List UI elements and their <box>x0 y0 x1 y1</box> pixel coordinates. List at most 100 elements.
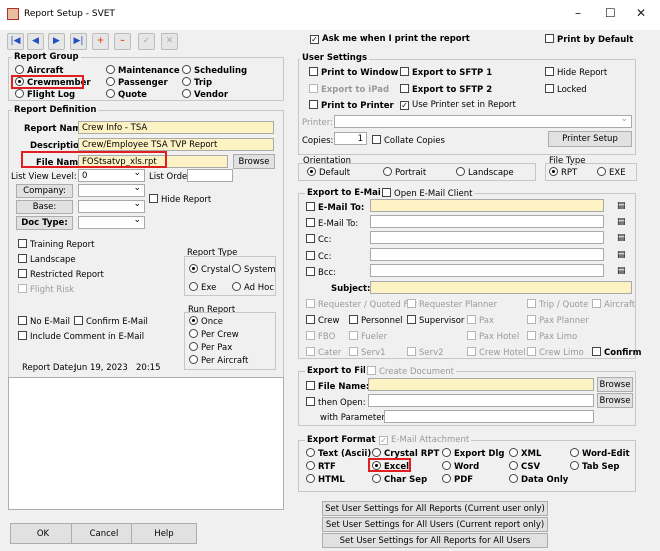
recip-pax-check[interactable]: Pax <box>467 315 494 326</box>
radio-vendor[interactable]: Vendor <box>182 89 228 100</box>
recip-fueler-check[interactable]: Fueler <box>349 331 387 342</box>
base-button[interactable]: Base: <box>16 200 73 214</box>
radio-portrait[interactable]: Portrait <box>383 167 426 178</box>
close-button[interactable]: ✕ <box>636 6 646 20</box>
recip-requester-planner-check[interactable]: Requester Planner <box>407 299 497 310</box>
use-printer-check[interactable]: ✓ Use Printer set in Report <box>400 100 516 110</box>
radio-per-crew[interactable]: Per Crew <box>189 329 239 340</box>
radio-xml[interactable]: XML <box>509 448 541 459</box>
recip-pax-hotel-check[interactable]: Pax Hotel <box>467 331 519 342</box>
radio-per-aircraft[interactable]: Per Aircraft <box>189 355 248 366</box>
printer-setup-button[interactable]: Printer Setup <box>548 131 632 147</box>
recip-confirm-check[interactable]: Confirm <box>592 347 641 358</box>
export-sftp2-check[interactable]: Export to SFTP 2 <box>400 84 492 95</box>
address-book-icon[interactable]: ▤ <box>617 217 627 227</box>
create-document-check[interactable]: Create Document <box>365 366 456 377</box>
then-open-input[interactable] <box>368 394 594 407</box>
radio-pdf[interactable]: PDF <box>442 474 473 485</box>
set-all-reports-all-users-button[interactable]: Set User Settings for All Reports for Al… <box>322 533 548 548</box>
ok-button[interactable]: OK <box>10 523 76 544</box>
subject-input[interactable] <box>370 281 632 294</box>
copies-input[interactable]: 1 <box>334 132 367 145</box>
recip-crew-hotel-check[interactable]: Crew Hotel <box>467 347 526 358</box>
radio-adhoc[interactable]: Ad Hoc <box>232 282 274 293</box>
maximize-button[interactable]: ☐ <box>605 6 616 20</box>
email-to-check[interactable]: E-Mail To: <box>306 218 358 229</box>
radio-word-edit[interactable]: Word-Edit <box>570 448 630 459</box>
radio-exe[interactable]: Exe <box>189 282 216 293</box>
company-button[interactable]: Company: <box>16 184 73 198</box>
printer-select[interactable] <box>334 114 632 128</box>
cc-input[interactable] <box>370 231 604 244</box>
radio-once[interactable]: Once <box>189 316 223 327</box>
print-default-check[interactable]: Print by Default <box>545 34 633 45</box>
address-book-icon[interactable]: ▤ <box>617 250 627 260</box>
radio-rpt[interactable]: RPT <box>549 167 577 178</box>
recip-pax-planner-check[interactable]: Pax Planner <box>527 315 589 326</box>
radio-tab-sep[interactable]: Tab Sep <box>570 461 619 472</box>
recip-fbo-check[interactable]: FBO <box>306 331 335 342</box>
recip-personnel-check[interactable]: Personnel <box>349 315 403 326</box>
set-all-users-current-report-button[interactable]: Set User Settings for All Users (Current… <box>322 517 548 532</box>
radio-rtf[interactable]: RTF <box>306 461 336 472</box>
include-comment-check[interactable]: Include Comment in E-Mail <box>18 331 144 342</box>
help-button[interactable]: Help <box>131 523 197 544</box>
address-book-icon[interactable]: ▤ <box>617 266 627 276</box>
doc-type-button[interactable]: Doc Type: <box>16 216 73 230</box>
training-report-check[interactable]: Training Report <box>18 239 94 250</box>
recip-cater-check[interactable]: Cater <box>306 347 341 358</box>
address-book-icon[interactable]: ▤ <box>617 201 627 211</box>
recip-crew-limo-check[interactable]: Crew Limo <box>527 347 584 358</box>
ask-print-check[interactable]: ✓ Ask me when I print the report <box>310 34 470 44</box>
print-printer-check[interactable]: Print to Printer <box>309 100 394 111</box>
radio-word[interactable]: Word <box>442 461 479 472</box>
radio-flight-log[interactable]: Flight Log <box>15 89 75 100</box>
radio-data-only[interactable]: Data Only <box>509 474 568 485</box>
then-open-browse-button[interactable]: Browse <box>597 393 633 408</box>
email-attachment-check[interactable]: ✓ E-Mail Attachment <box>377 435 472 445</box>
radio-maintenance[interactable]: Maintenance <box>106 65 180 76</box>
add-button[interactable]: + <box>92 33 109 50</box>
list-view-level-select[interactable]: 0 <box>78 168 145 182</box>
recip-supervisor-check[interactable]: Supervisor <box>407 315 464 326</box>
cc2-check[interactable]: Cc: <box>306 251 331 262</box>
confirm-email-check[interactable]: Confirm E-Mail <box>74 316 148 327</box>
export-sftp1-check[interactable]: Export to SFTP 1 <box>400 67 492 78</box>
email-to-bold-input[interactable] <box>370 199 604 212</box>
recip-trip-quote-check[interactable]: Trip / Quote <box>527 299 588 310</box>
list-order-input[interactable] <box>187 169 233 182</box>
radio-text-ascii[interactable]: Text (Ascii) <box>306 448 371 459</box>
export-file-browse-button[interactable]: Browse <box>597 377 633 392</box>
prev-record-button[interactable]: ◀ <box>27 33 44 50</box>
open-email-client-check[interactable]: Open E-Mail Client <box>380 188 475 199</box>
comment-textarea[interactable] <box>8 377 284 510</box>
email-to-bold-check[interactable]: E-Mail To: <box>306 202 364 213</box>
recip-requester-check[interactable]: Requester / Quoted For <box>306 299 417 310</box>
remove-button[interactable]: – <box>114 33 131 50</box>
last-record-button[interactable]: ▶| <box>70 33 87 50</box>
confirm-button[interactable]: ✓ <box>138 33 155 50</box>
first-record-button[interactable]: |◀ <box>7 33 24 50</box>
radio-trip[interactable]: Trip <box>182 77 212 88</box>
radio-export-dlg[interactable]: Export Dlg <box>442 448 504 459</box>
recip-serv1-check[interactable]: Serv1 <box>349 347 386 358</box>
collate-check[interactable]: Collate Copies <box>372 135 445 146</box>
radio-scheduling[interactable]: Scheduling <box>182 65 247 76</box>
hide-report-check[interactable]: Hide Report <box>149 194 211 205</box>
radio-csv[interactable]: CSV <box>509 461 540 472</box>
locked-check[interactable]: Locked <box>545 84 587 95</box>
next-record-button[interactable]: ▶ <box>48 33 65 50</box>
restricted-report-check[interactable]: Restricted Report <box>18 269 104 280</box>
radio-passenger[interactable]: Passenger <box>106 77 168 88</box>
export-file-name-input[interactable] <box>368 378 594 391</box>
bcc-check[interactable]: Bcc: <box>306 267 336 278</box>
with-parameters-input[interactable] <box>384 410 594 423</box>
radio-crystal[interactable]: Crystal <box>189 264 231 275</box>
cc2-input[interactable] <box>370 248 604 261</box>
cancel-edit-button[interactable]: ✕ <box>161 33 178 50</box>
browse-button[interactable]: Browse <box>233 154 275 169</box>
radio-exe-type[interactable]: EXE <box>597 167 626 178</box>
radio-quote[interactable]: Quote <box>106 89 147 100</box>
landscape-check[interactable]: Landscape <box>18 254 76 265</box>
report-name-input[interactable]: Crew Info - TSA <box>78 121 274 134</box>
